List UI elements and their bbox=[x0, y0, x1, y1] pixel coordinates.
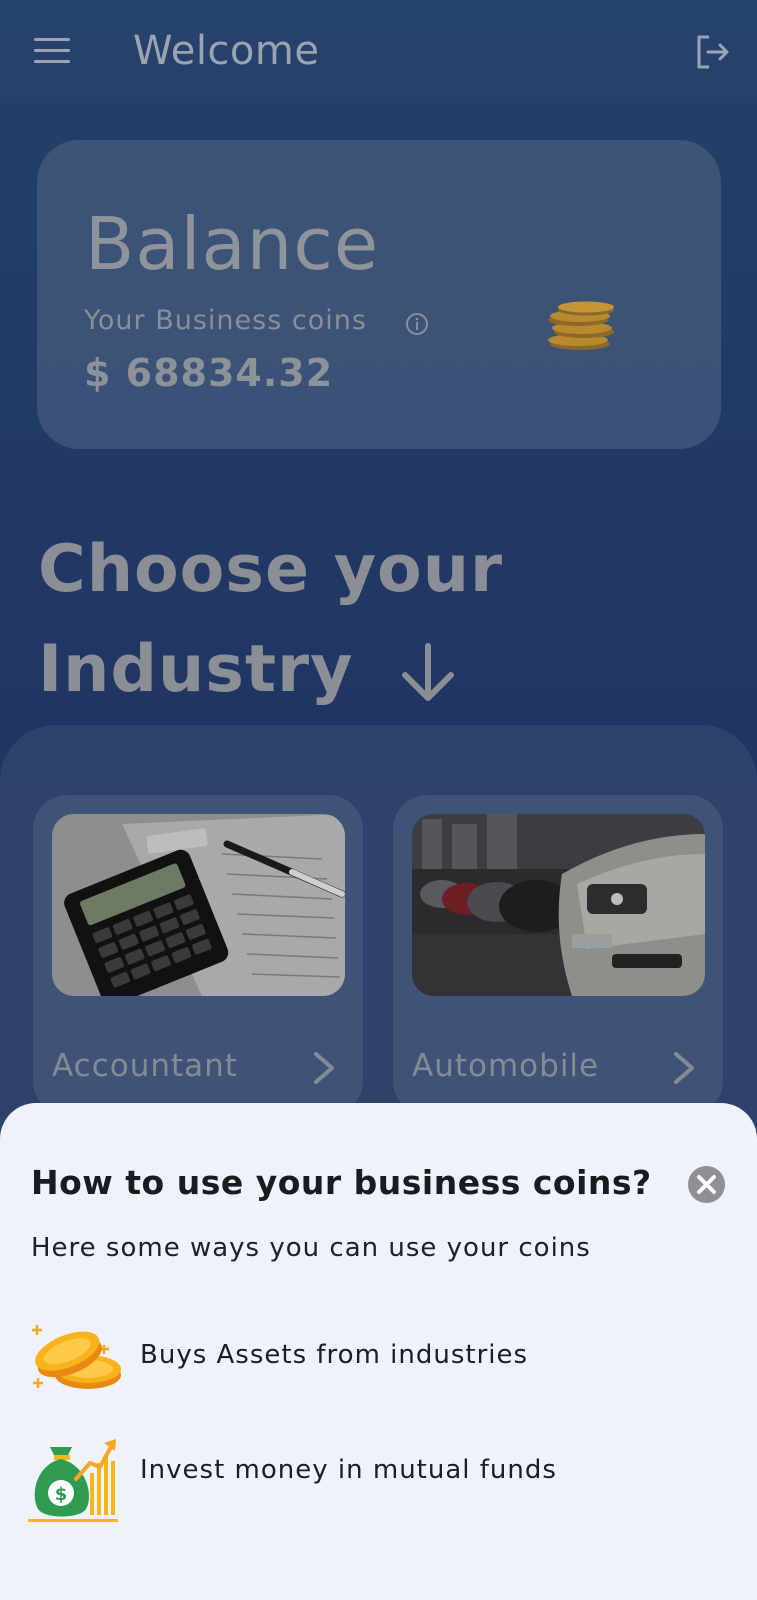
sheet-title: How to use your business coins? bbox=[31, 1163, 652, 1202]
industry-label: Accountant bbox=[52, 1048, 238, 1084]
heading-line-2: Industry bbox=[38, 632, 354, 707]
bottom-sheet: How to use your business coins? Here som… bbox=[0, 1103, 757, 1600]
close-button[interactable] bbox=[688, 1166, 725, 1203]
use-item-label: Buys Assets from industries bbox=[140, 1340, 529, 1370]
logout-icon[interactable] bbox=[693, 32, 733, 72]
coin-stack-icon bbox=[542, 300, 620, 352]
use-item-buy-assets: Buys Assets from industries bbox=[28, 1318, 728, 1398]
close-icon bbox=[697, 1175, 716, 1194]
app-root: Welcome Balance Your Business coins $ 68… bbox=[0, 0, 757, 1600]
gold-coins-icon bbox=[28, 1318, 123, 1398]
industry-label: Automobile bbox=[412, 1048, 600, 1084]
accountant-image bbox=[52, 814, 345, 996]
use-item-invest: $ Invest money in mutual funds bbox=[28, 1433, 728, 1522]
balance-amount: $ 68834.32 bbox=[84, 351, 334, 395]
choose-industry-heading: Choose your Industry bbox=[38, 520, 638, 720]
balance-title: Balance bbox=[85, 202, 380, 286]
chevron-right-icon bbox=[668, 1048, 700, 1088]
industry-card-accountant[interactable]: Accountant bbox=[33, 795, 363, 1115]
arrow-down-icon bbox=[395, 635, 461, 701]
use-item-label: Invest money in mutual funds bbox=[140, 1455, 557, 1485]
sheet-subtitle: Here some ways you can use your coins bbox=[31, 1233, 591, 1263]
heading-line-1: Choose your bbox=[38, 532, 504, 607]
top-app-bar: Welcome bbox=[0, 0, 757, 103]
balance-card: Balance Your Business coins $ 68834.32 bbox=[37, 140, 721, 449]
hamburger-menu-icon[interactable] bbox=[34, 38, 70, 66]
money-bag-growth-icon: $ bbox=[28, 1433, 123, 1522]
industry-card-automobile[interactable]: Automobile bbox=[393, 795, 723, 1115]
info-icon[interactable] bbox=[405, 312, 429, 336]
svg-text:$: $ bbox=[55, 1484, 68, 1505]
heading-line-2-wrapper: Industry bbox=[38, 620, 638, 720]
automobile-image bbox=[412, 814, 705, 996]
chevron-right-icon bbox=[308, 1048, 340, 1088]
app-title: Welcome bbox=[133, 28, 320, 74]
balance-subtitle: Your Business coins bbox=[84, 305, 367, 336]
